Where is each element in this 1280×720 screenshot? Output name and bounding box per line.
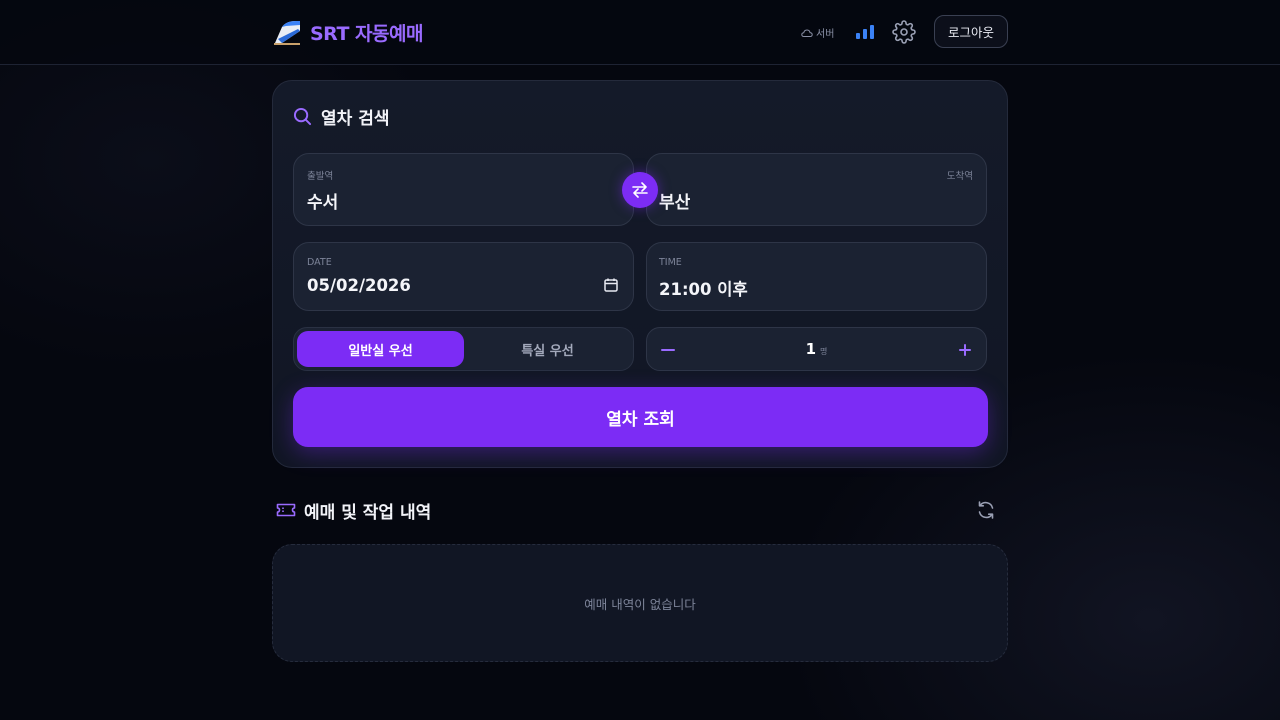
calendar-icon[interactable] — [603, 277, 619, 293]
search-trains-button[interactable]: 열차 조회 — [293, 387, 988, 447]
history-empty-state: 예매 내역이 없습니다 — [272, 544, 1008, 662]
top-bar: SRT 자동예매 서버 로그아웃 — [0, 0, 1280, 65]
app-title: SRT 자동예매 — [310, 22, 423, 45]
arrival-label: 도착역 — [946, 171, 973, 182]
server-status: 서버 — [801, 25, 834, 40]
history-empty-text: 예매 내역이 없습니다 — [584, 596, 696, 612]
arrival-station-field[interactable]: 도착역 부산 — [646, 153, 987, 226]
server-label: 서버 — [816, 29, 835, 40]
seat-option-first-class[interactable]: 특실 우선 — [464, 331, 631, 367]
search-card-header: 열차 검색 — [293, 104, 389, 129]
passenger-unit: 명 — [820, 347, 828, 356]
cloud-icon — [801, 28, 813, 37]
history-title: 예매 및 작업 내역 — [304, 502, 432, 523]
gear-icon[interactable] — [892, 20, 916, 44]
plus-icon[interactable] — [956, 341, 974, 359]
seat-option-standard[interactable]: 일반실 우선 — [297, 331, 464, 367]
search-icon — [293, 107, 312, 126]
departure-label: 출발역 — [307, 171, 334, 182]
swap-arrows-icon — [632, 182, 648, 198]
signal-icon — [856, 25, 874, 39]
train-search-card: 열차 검색 출발역 수서 도착역 부산 DATE 05/02/2026 TIME… — [272, 80, 1008, 468]
passenger-count-display: 1명 — [647, 340, 986, 358]
brand[interactable]: SRT 자동예매 — [272, 17, 423, 47]
departure-station-field[interactable]: 출발역 수서 — [293, 153, 634, 226]
swap-stations-button[interactable] — [622, 172, 658, 208]
time-label: TIME — [659, 257, 682, 268]
time-field[interactable]: TIME 21:00 이후 — [646, 242, 987, 311]
logout-button[interactable]: 로그아웃 — [934, 15, 1008, 48]
time-value: 21:00 이후 — [659, 280, 748, 299]
search-card-title: 열차 검색 — [321, 109, 390, 129]
train-logo-icon — [274, 21, 300, 45]
refresh-icon[interactable] — [976, 500, 996, 520]
date-label: DATE — [307, 257, 332, 268]
passenger-stepper: 1명 — [646, 327, 987, 371]
date-value: 05/02/2026 — [307, 276, 411, 295]
departure-value: 수서 — [307, 193, 339, 213]
history-header: 예매 및 작업 내역 — [276, 497, 996, 523]
arrival-value: 부산 — [659, 193, 691, 213]
passenger-count: 1 — [805, 340, 817, 358]
seat-class-toggle: 일반실 우선 특실 우선 — [293, 327, 634, 371]
ticket-icon — [276, 503, 296, 517]
date-field[interactable]: DATE 05/02/2026 — [293, 242, 634, 311]
